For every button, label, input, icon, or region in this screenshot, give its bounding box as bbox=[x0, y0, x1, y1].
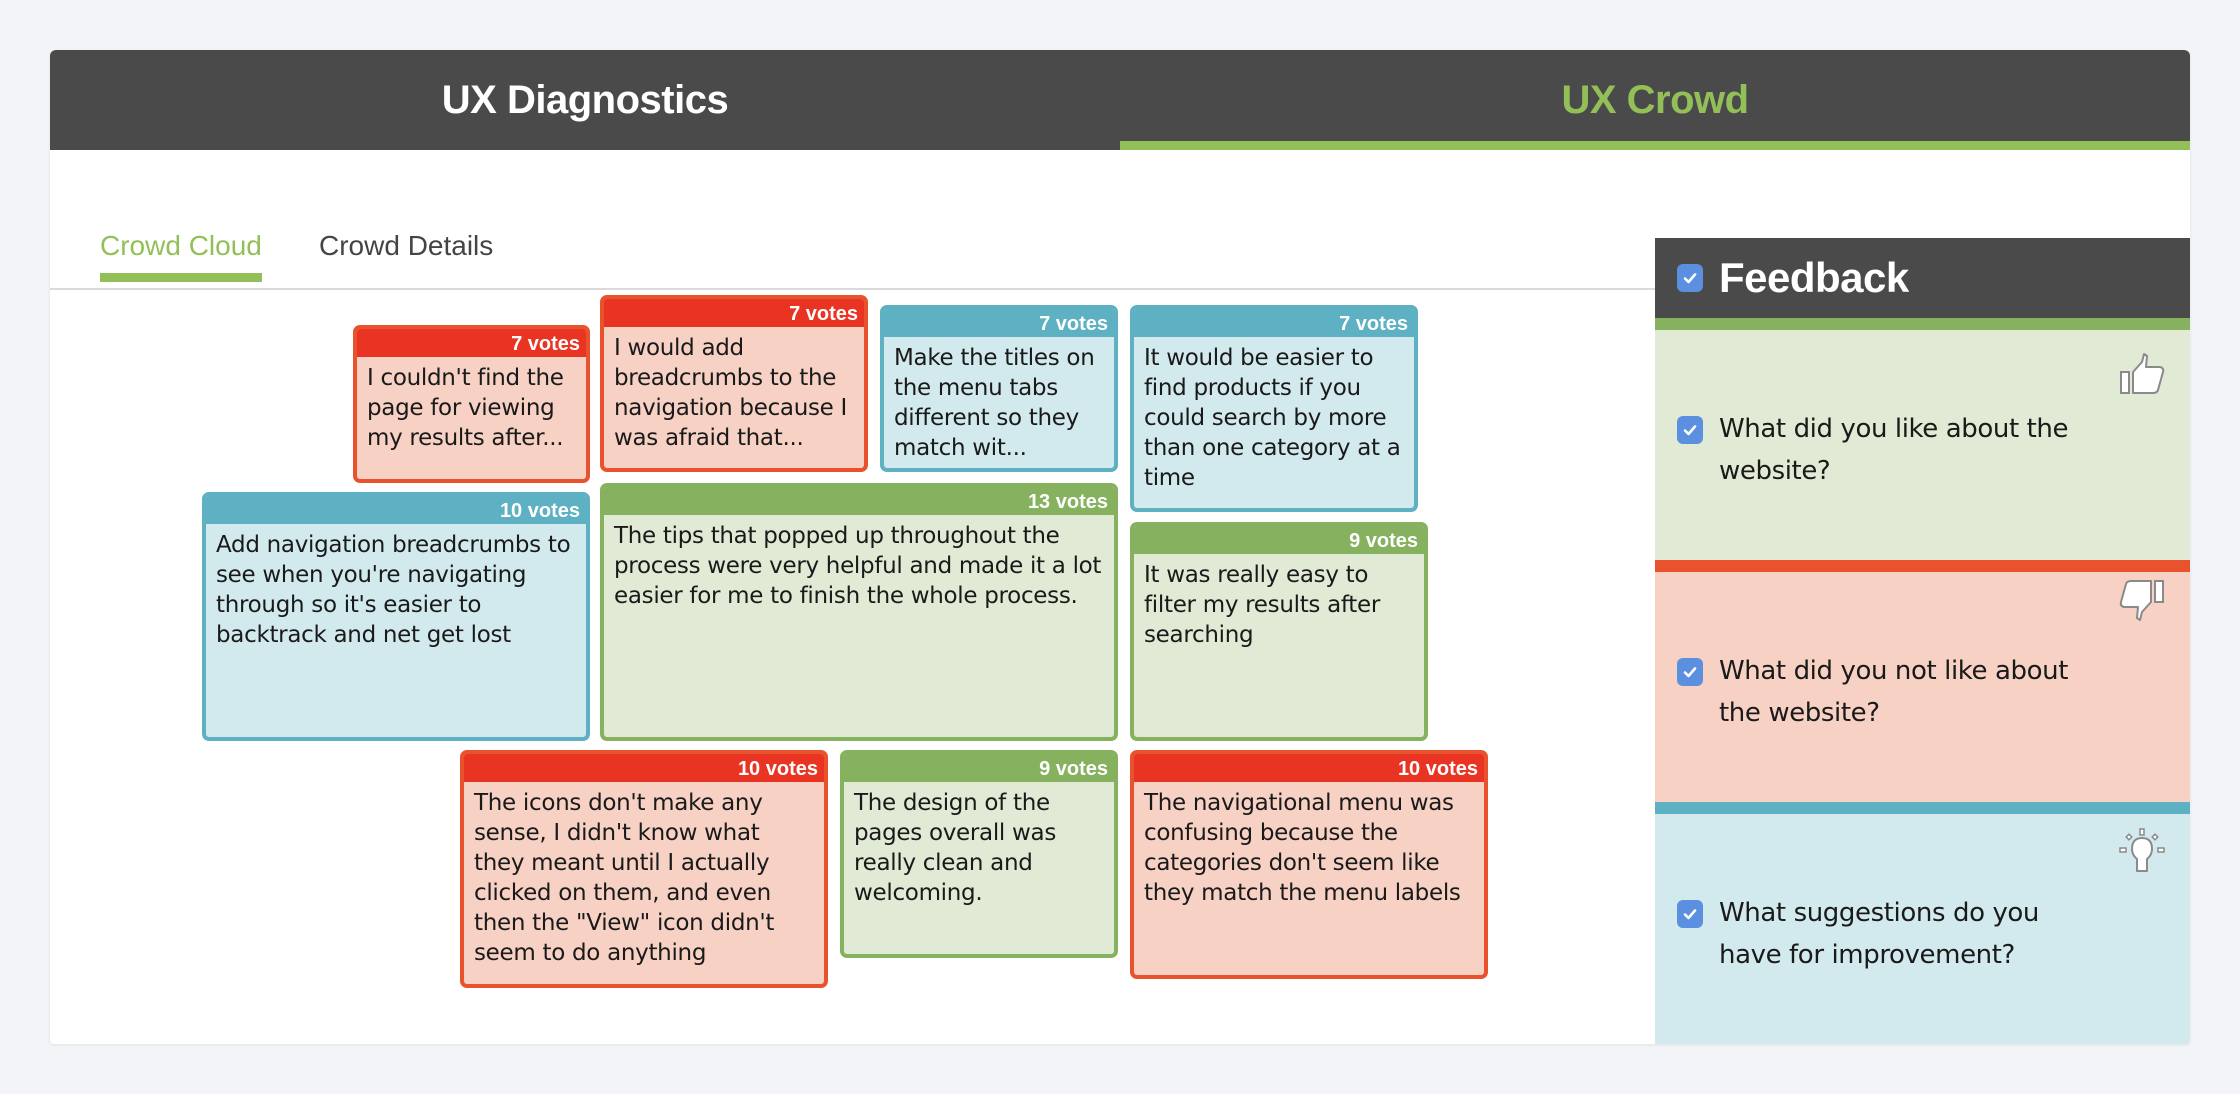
feedback-section-suggest: What suggestions do you have for improve… bbox=[1655, 802, 2190, 1044]
card-text: I couldn't find the page for viewing my … bbox=[367, 365, 564, 451]
feedback-panel: Feedback What did you like about the web… bbox=[1655, 238, 2190, 1044]
question-checkbox[interactable] bbox=[1677, 900, 1703, 928]
card-text: It would be easier to find products if y… bbox=[1144, 345, 1401, 491]
feedback-card[interactable]: 7 votes I would add breadcrumbs to the n… bbox=[600, 295, 868, 472]
tab-ux-diagnostics[interactable]: UX Diagnostics bbox=[50, 50, 1120, 150]
checkmark-icon bbox=[1683, 273, 1697, 284]
feedback-card[interactable]: 7 votes I couldn't find the page for vie… bbox=[353, 325, 590, 483]
card-text: It was really easy to filter my results … bbox=[1144, 562, 1381, 648]
card-text: The icons don't make any sense, I didn't… bbox=[474, 790, 775, 966]
vote-count: 13 votes bbox=[604, 487, 1114, 515]
section-color-band bbox=[1655, 802, 2190, 814]
lightbulb-icon bbox=[2119, 828, 2165, 872]
question-checkbox[interactable] bbox=[1677, 416, 1703, 444]
card-text: The design of the pages overall was real… bbox=[854, 790, 1057, 906]
feedback-section-dislike: What did you not like about the website? bbox=[1655, 560, 2190, 802]
tab-ux-crowd[interactable]: UX Crowd bbox=[1120, 50, 2190, 150]
vote-count: 10 votes bbox=[206, 496, 586, 524]
thumbs-up-icon bbox=[2120, 353, 2165, 394]
feedback-card[interactable]: 7 votes It would be easier to find produ… bbox=[1130, 305, 1418, 512]
feedback-card[interactable]: 10 votes The icons don't make any sense,… bbox=[460, 750, 828, 988]
checkmark-icon bbox=[1683, 425, 1697, 436]
card-text: Add navigation breadcrumbs to see when y… bbox=[216, 532, 571, 648]
vote-count: 7 votes bbox=[1134, 309, 1414, 337]
checkmark-icon bbox=[1683, 667, 1697, 678]
thumbs-down-icon bbox=[2119, 580, 2164, 621]
feedback-card[interactable]: 7 votes Make the titles on the menu tabs… bbox=[880, 305, 1118, 472]
card-text: I would add breadcrumbs to the navigatio… bbox=[614, 335, 848, 451]
question-row: What did you not like about the website? bbox=[1677, 650, 2079, 734]
vote-count: 9 votes bbox=[1134, 526, 1424, 554]
feedback-card[interactable]: 9 votes It was really easy to filter my … bbox=[1130, 522, 1428, 741]
feedback-title: Feedback bbox=[1719, 254, 1909, 301]
crowd-cloud-board: 7 votes I couldn't find the page for vie… bbox=[50, 240, 1655, 1044]
feedback-card[interactable]: 10 votes Add navigation breadcrumbs to s… bbox=[202, 492, 590, 741]
question-text: What did you like about the website? bbox=[1719, 414, 2069, 486]
section-color-band bbox=[1655, 560, 2190, 572]
checkmark-icon bbox=[1683, 909, 1697, 920]
vote-count: 10 votes bbox=[464, 754, 824, 782]
feedback-header: Feedback bbox=[1655, 238, 2190, 318]
question-checkbox[interactable] bbox=[1677, 658, 1703, 686]
question-row: What suggestions do you have for improve… bbox=[1677, 892, 2079, 976]
vote-count: 7 votes bbox=[884, 309, 1114, 337]
top-navigation: UX Diagnostics UX Crowd bbox=[50, 50, 2190, 150]
question-text: What suggestions do you have for improve… bbox=[1719, 898, 2040, 970]
feedback-all-checkbox[interactable] bbox=[1677, 264, 1703, 292]
question-row: What did you like about the website? bbox=[1677, 408, 2079, 492]
feedback-section-like: What did you like about the website? bbox=[1655, 318, 2190, 560]
question-text: What did you not like about the website? bbox=[1719, 656, 2069, 728]
feedback-card[interactable]: 13 votes The tips that popped up through… bbox=[600, 483, 1118, 741]
section-color-band bbox=[1655, 318, 2190, 330]
vote-count: 10 votes bbox=[1134, 754, 1484, 782]
vote-count: 9 votes bbox=[844, 754, 1114, 782]
vote-count: 7 votes bbox=[357, 329, 586, 357]
card-text: The tips that popped up throughout the p… bbox=[614, 523, 1102, 609]
card-text: Make the titles on the menu tabs differe… bbox=[894, 345, 1095, 461]
app-window: UX Diagnostics UX Crowd Crowd Cloud Crow… bbox=[50, 50, 2190, 1044]
card-text: The navigational menu was confusing beca… bbox=[1144, 790, 1461, 906]
feedback-card[interactable]: 10 votes The navigational menu was confu… bbox=[1130, 750, 1488, 979]
feedback-card[interactable]: 9 votes The design of the pages overall … bbox=[840, 750, 1118, 958]
vote-count: 7 votes bbox=[604, 299, 864, 327]
